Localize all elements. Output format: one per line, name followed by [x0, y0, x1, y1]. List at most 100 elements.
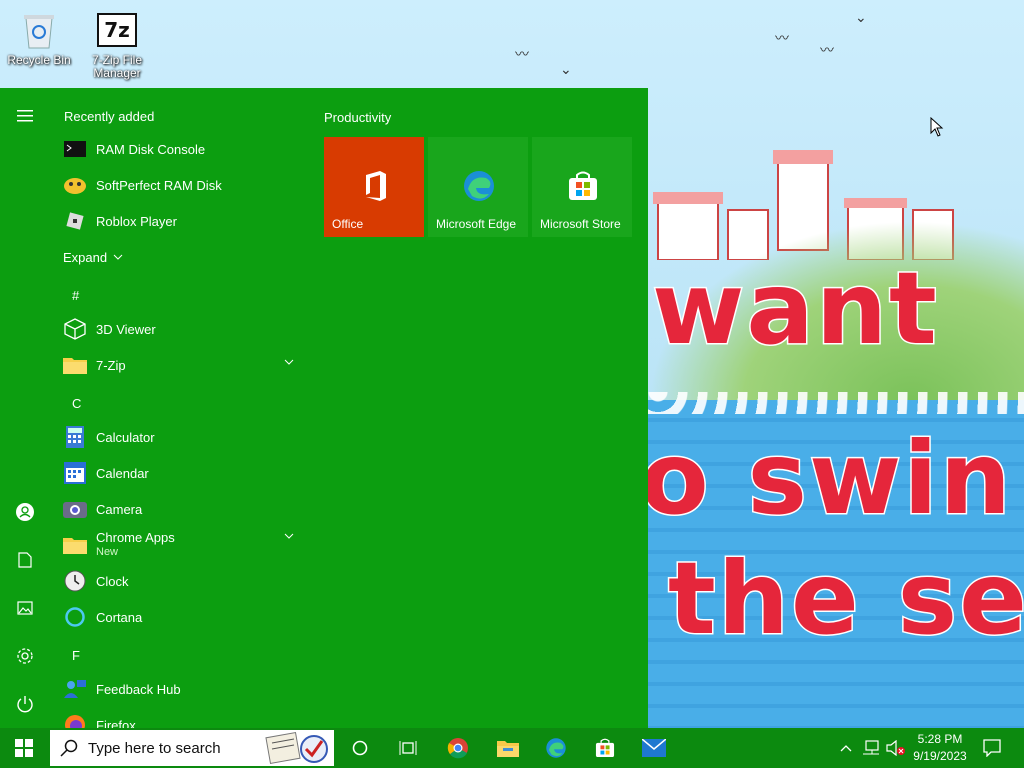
- pictures-button[interactable]: [0, 590, 50, 626]
- user-account-button[interactable]: [0, 494, 50, 530]
- chevron-down-icon[interactable]: [284, 533, 294, 539]
- app-item-chrome-apps-folder[interactable]: Chrome Apps New: [50, 527, 304, 563]
- app-item-calendar[interactable]: Calendar: [50, 455, 304, 491]
- tile-label: Microsoft Store: [540, 217, 621, 231]
- gear-icon: [17, 648, 33, 664]
- network-button[interactable]: [858, 728, 884, 768]
- camera-icon: [63, 497, 87, 521]
- power-button[interactable]: [0, 686, 50, 722]
- cube-icon: [63, 317, 87, 341]
- start-menu: Recently added RAM Disk Console SoftPerf…: [0, 88, 648, 728]
- recycle-bin-icon: [19, 10, 59, 50]
- app-item-softperfect-ram-disk[interactable]: SoftPerfect RAM Disk: [50, 167, 304, 203]
- mouse-cursor-icon: [930, 117, 944, 137]
- chevron-down-icon[interactable]: [284, 359, 294, 365]
- documents-button[interactable]: [0, 542, 50, 578]
- file-explorer-icon: [497, 741, 519, 757]
- taskbar: Type here to search 5:28 PM 9/19/2023: [0, 728, 1024, 768]
- start-button[interactable]: [0, 728, 48, 768]
- settings-button[interactable]: [0, 638, 50, 674]
- taskbar-file-explorer[interactable]: [484, 728, 532, 768]
- app-label: Calendar: [96, 465, 149, 481]
- taskbar-clock[interactable]: 5:28 PM 9/19/2023: [908, 731, 972, 765]
- chevron-up-icon: [840, 745, 852, 752]
- cortana-button[interactable]: [336, 728, 384, 768]
- expand-button[interactable]: Expand: [50, 239, 304, 275]
- tile-label: Office: [332, 217, 364, 231]
- app-item-cortana[interactable]: Cortana: [50, 599, 304, 635]
- cortana-icon: [352, 740, 368, 756]
- app-label: 3D Viewer: [96, 321, 156, 337]
- group-letter-f[interactable]: F: [72, 648, 80, 663]
- store-icon: [569, 171, 597, 200]
- bird-decoration: ⌄: [560, 62, 572, 78]
- app-item-camera[interactable]: Camera: [50, 491, 304, 527]
- edge-icon: [546, 738, 566, 758]
- console-icon: [63, 137, 87, 161]
- wallpaper-text-line3: the se: [667, 539, 1024, 659]
- bird-decoration: 〰: [820, 43, 834, 59]
- notification-icon: [983, 739, 1001, 757]
- app-item-firefox[interactable]: Firefox: [50, 707, 304, 728]
- app-label: Cortana: [96, 609, 143, 625]
- app-label: Calculator: [96, 429, 155, 445]
- picture-icon: [17, 601, 33, 615]
- wallpaper-text-line2: o swin: [639, 419, 1013, 539]
- 7zip-icon: 7z: [97, 10, 137, 50]
- clock-date: 9/19/2023: [913, 749, 967, 763]
- document-icon: [18, 552, 32, 568]
- windows-logo-icon: [15, 739, 33, 757]
- start-rail: [0, 88, 50, 728]
- taskbar-edge[interactable]: [532, 728, 580, 768]
- recently-added-header: Recently added: [64, 109, 155, 124]
- app-item-ram-disk-console[interactable]: RAM Disk Console: [50, 131, 304, 167]
- app-label: 7-Zip: [96, 357, 126, 373]
- app-label: Feedback Hub: [96, 681, 181, 697]
- tile-office[interactable]: Office: [324, 137, 424, 237]
- task-view-icon: [399, 741, 417, 755]
- taskbar-store[interactable]: [581, 728, 629, 768]
- calendar-icon: [63, 461, 87, 485]
- hamburger-menu-button[interactable]: [0, 98, 50, 134]
- search-placeholder: Type here to search: [88, 739, 221, 757]
- tile-microsoft-store[interactable]: Microsoft Store: [532, 137, 632, 237]
- app-label: Camera: [96, 501, 143, 517]
- action-center-button[interactable]: [972, 728, 1012, 768]
- group-letter-hash[interactable]: #: [72, 288, 79, 303]
- edge-icon: [464, 171, 494, 201]
- group-letter-c[interactable]: C: [72, 396, 81, 411]
- office-icon: [366, 171, 386, 201]
- tile-microsoft-edge[interactable]: Microsoft Edge: [428, 137, 528, 237]
- hamburger-icon: [17, 110, 33, 122]
- feedback-icon: [63, 677, 87, 701]
- taskbar-chrome[interactable]: [434, 728, 482, 768]
- show-hidden-icons-button[interactable]: [834, 728, 858, 768]
- app-item-calculator[interactable]: Calculator: [50, 419, 304, 455]
- app-label: Chrome Apps: [96, 530, 175, 545]
- app-label: Roblox Player: [96, 213, 177, 229]
- taskbar-search-box[interactable]: Type here to search: [48, 728, 336, 768]
- volume-button[interactable]: [884, 728, 908, 768]
- chevron-down-icon: [113, 254, 123, 260]
- ram-disk-icon: [63, 173, 87, 197]
- roblox-icon: [63, 209, 87, 233]
- app-item-clock[interactable]: Clock: [50, 563, 304, 599]
- new-badge: New: [96, 546, 119, 558]
- taskbar-mail[interactable]: [630, 728, 678, 768]
- 7zip-glyph: 7z: [97, 13, 137, 47]
- cortana-icon: [63, 605, 87, 629]
- app-label: RAM Disk Console: [96, 141, 206, 157]
- network-icon: [863, 740, 879, 755]
- desktop-icon-label: Recycle Bin: [7, 53, 71, 67]
- desktop-icon-recycle-bin[interactable]: Recycle Bin: [4, 10, 74, 67]
- power-icon: [17, 696, 33, 713]
- desktop-icon-7zip[interactable]: 7z 7-Zip File Manager: [82, 10, 152, 80]
- chrome-icon: [447, 738, 468, 759]
- app-item-3d-viewer[interactable]: 3D Viewer: [50, 311, 304, 347]
- app-item-roblox-player[interactable]: Roblox Player: [50, 203, 304, 239]
- task-view-button[interactable]: [384, 728, 432, 768]
- app-item-feedback-hub[interactable]: Feedback Hub: [50, 671, 304, 707]
- clock-icon: [63, 569, 87, 593]
- app-item-7zip-folder[interactable]: 7-Zip: [50, 347, 304, 383]
- folder-icon: [63, 533, 87, 557]
